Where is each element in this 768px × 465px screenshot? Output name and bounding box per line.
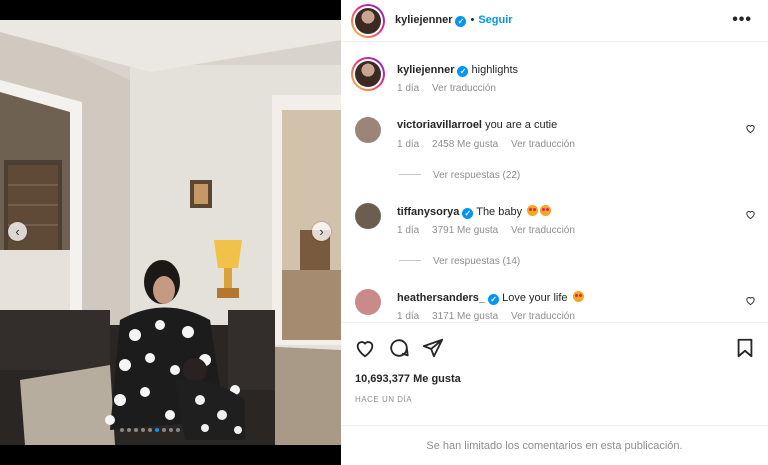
comment-likes[interactable]: 3791 Me gusta — [432, 225, 498, 236]
carousel-indicator — [120, 428, 180, 432]
like-count[interactable]: 10,693,377 Me gusta — [355, 373, 461, 385]
comment-text: Love your life — [502, 292, 568, 304]
caption-avatar[interactable] — [351, 57, 385, 91]
carousel-dot — [120, 428, 124, 432]
view-replies-label: Ver respuestas (14) — [433, 256, 521, 267]
comment-like-icon[interactable] — [745, 295, 756, 306]
carousel-dot — [148, 428, 152, 432]
share-icon[interactable] — [422, 337, 444, 359]
comment-avatar[interactable] — [355, 289, 381, 315]
comment-username[interactable]: tiffanysorya — [397, 206, 459, 218]
post-header: kyliejenner ✓ • Seguir ••• — [341, 0, 768, 42]
post-panel: kyliejenner ✓ • Seguir ••• kyliejenner ✓ hig… — [341, 0, 768, 465]
post-photo[interactable] — [0, 20, 341, 445]
comment-text: The baby — [476, 206, 523, 218]
carousel-next-button[interactable]: › — [312, 222, 331, 241]
carousel-prev-button[interactable]: ‹ — [8, 222, 27, 241]
caption-meta: 1 día Ver traducción — [397, 83, 506, 94]
comment-like-icon[interactable] — [745, 123, 756, 134]
comment-time: 1 día — [397, 311, 420, 322]
carousel-dot — [134, 428, 138, 432]
comment-text: you are a cutie — [485, 119, 558, 131]
comment-meta: 1 día 3171 Me gusta Ver traducción — [397, 311, 585, 322]
comment-likes[interactable]: 3171 Me gusta — [432, 311, 498, 322]
caption-text: highlights — [471, 64, 519, 76]
carousel-dot — [169, 428, 173, 432]
bookmark-icon[interactable] — [734, 337, 756, 359]
post-actions: 10,693,377 Me gusta HACE UN DÍA Se han l… — [341, 322, 768, 465]
view-replies-label: Ver respuestas (22) — [433, 170, 521, 181]
verified-icon: ✓ — [457, 66, 469, 77]
replies-divider — [399, 174, 421, 175]
comment-icon[interactable] — [388, 337, 410, 359]
view-replies-button[interactable]: Ver respuestas (22) — [399, 170, 520, 181]
more-options-icon[interactable]: ••• — [732, 11, 752, 29]
header-separator: • — [470, 14, 475, 26]
carousel-dot — [176, 428, 180, 432]
caption-translate-link[interactable]: Ver traducción — [432, 83, 496, 94]
verified-icon: ✓ — [455, 16, 467, 27]
comment: tiffanysorya ✓ The baby — [397, 205, 552, 219]
header-author-line: kyliejenner ✓ • Seguir — [395, 14, 513, 27]
verified-icon: ✓ — [462, 208, 474, 219]
chevron-right-icon: › — [319, 224, 324, 239]
post-timestamp: HACE UN DÍA — [355, 395, 413, 404]
comment-username[interactable]: heathersanders_ — [397, 292, 485, 304]
follow-button[interactable]: Seguir — [478, 14, 512, 26]
caption-username[interactable]: kyliejenner — [397, 64, 454, 76]
carousel-dot — [162, 428, 166, 432]
comment: heathersanders_ ✓ Love your life — [397, 291, 584, 305]
heart-eyes-emoji-icon — [540, 205, 552, 216]
author-avatar[interactable] — [351, 4, 385, 38]
view-replies-button[interactable]: Ver respuestas (14) — [399, 256, 520, 267]
comment-like-icon[interactable] — [745, 209, 756, 220]
verified-icon: ✓ — [488, 294, 500, 305]
carousel-dot — [127, 428, 131, 432]
caption-time: 1 día — [397, 83, 420, 94]
comment-translate-link[interactable]: Ver traducción — [511, 225, 575, 236]
comment-avatar[interactable] — [355, 117, 381, 143]
photo-illustration — [0, 20, 341, 445]
comment-time: 1 día — [397, 139, 420, 150]
comment-meta: 1 día 3791 Me gusta Ver traducción — [397, 225, 585, 236]
carousel-dot — [155, 428, 159, 432]
author-username[interactable]: kyliejenner — [395, 14, 452, 26]
comment-translate-link[interactable]: Ver traducción — [511, 139, 575, 150]
chevron-left-icon: ‹ — [15, 224, 20, 239]
comment-time: 1 día — [397, 225, 420, 236]
heart-eyes-emoji-icon — [527, 205, 539, 216]
comment: victoriavillarroel you are a cutie — [397, 119, 557, 131]
heart-icon[interactable] — [354, 337, 376, 359]
post-media: ‹ › — [0, 0, 341, 465]
carousel-dot — [141, 428, 145, 432]
caption: kyliejenner ✓ highlights — [397, 64, 518, 77]
comment-likes[interactable]: 2458 Me gusta — [432, 139, 498, 150]
comment-username[interactable]: victoriavillarroel — [397, 119, 482, 131]
comments-list[interactable]: kyliejenner ✓ highlights 1 día Ver traduc… — [341, 43, 768, 322]
replies-divider — [399, 260, 421, 261]
comments-limited-notice: Se han limitado los comentarios en esta … — [341, 425, 768, 465]
comment-meta: 1 día 2458 Me gusta Ver traducción — [397, 139, 585, 150]
comment-translate-link[interactable]: Ver traducción — [511, 311, 575, 322]
comment-avatar[interactable] — [355, 203, 381, 229]
heart-eyes-emoji-icon — [572, 291, 584, 302]
